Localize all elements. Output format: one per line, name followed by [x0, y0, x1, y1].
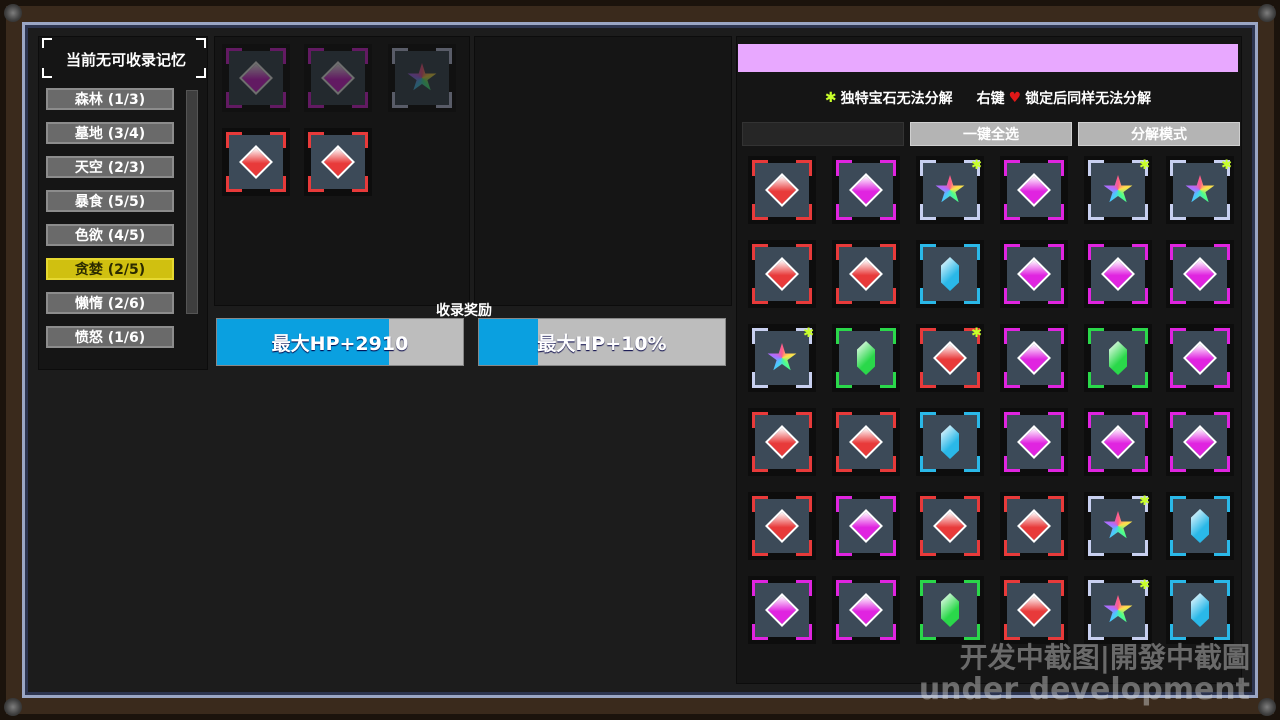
notice-unique: 独特宝石无法分解: [840, 91, 953, 107]
magenta-gem-slot[interactable]: [304, 44, 372, 112]
red-gem-slot[interactable]: [832, 240, 900, 308]
magenta-gem-slot[interactable]: [832, 576, 900, 644]
rainbow-gem-slot[interactable]: ✱: [748, 324, 816, 392]
select-all-button[interactable]: 一键全选: [910, 122, 1072, 146]
inventory-header-bar: [738, 44, 1238, 72]
magenta-gem-slot[interactable]: [1166, 324, 1234, 392]
category-scrollbar[interactable]: [186, 90, 198, 314]
notice-right-click: 右键: [976, 91, 1005, 107]
category-title-text: 当前无可收录记忆: [65, 50, 186, 69]
unique-mark-icon: ✱: [1139, 158, 1150, 173]
cyan-gem-slot[interactable]: [916, 408, 984, 476]
red-gem-slot[interactable]: [748, 492, 816, 560]
frame-bolt: [4, 698, 22, 716]
magenta-gem-slot[interactable]: [1000, 240, 1068, 308]
red-gem-slot[interactable]: [222, 128, 290, 196]
category-item[interactable]: 天空 (2/3): [46, 156, 174, 178]
reward-text: 最大HP+10%: [537, 332, 667, 355]
magenta-gem-slot[interactable]: [1166, 408, 1234, 476]
green-gem-slot[interactable]: [1084, 324, 1152, 392]
red-gem-slot[interactable]: [1000, 576, 1068, 644]
reward-bar: 最大HP+10%: [478, 318, 726, 366]
frame-bolt: [1258, 4, 1276, 22]
green-gem-slot[interactable]: [916, 576, 984, 644]
magenta-gem-slot[interactable]: [1166, 240, 1234, 308]
memory-detail-panel: [474, 36, 732, 306]
reward-bar: 最大HP+2910: [216, 318, 464, 366]
rainbow-gem-slot[interactable]: ✱: [1166, 156, 1234, 224]
watermark-cn: 开发中截图|開發中截圖: [959, 641, 1250, 674]
title-bracket: [196, 38, 206, 48]
filter-field[interactable]: [742, 122, 904, 146]
category-item[interactable]: 懒惰 (2/6): [46, 292, 174, 314]
reward-label: 收录奖励: [436, 303, 492, 319]
red-gem-slot[interactable]: [748, 240, 816, 308]
reward-text: 最大HP+2910: [271, 332, 409, 355]
magenta-gem-slot[interactable]: [1000, 324, 1068, 392]
unique-mark-icon: ✱: [1139, 494, 1150, 509]
decompose-notice: ✱ 独特宝石无法分解 右键 ♥ 锁定后同样无法分解: [738, 84, 1238, 112]
magenta-gem-slot[interactable]: [222, 44, 290, 112]
title-bracket: [196, 68, 206, 78]
frame-bolt: [4, 4, 22, 22]
red-gem-slot[interactable]: [748, 408, 816, 476]
magenta-gem-slot[interactable]: [748, 576, 816, 644]
unique-mark-icon: ✱: [803, 326, 814, 341]
cyan-gem-slot[interactable]: [916, 240, 984, 308]
unique-mark-icon: ✱: [971, 158, 982, 173]
magenta-gem-slot[interactable]: [1000, 156, 1068, 224]
title-bracket: [42, 38, 52, 48]
unique-mark-icon: ✱: [1221, 158, 1232, 173]
rainbow-gem-slot[interactable]: ✱: [1084, 492, 1152, 560]
red-gem-slot[interactable]: [916, 492, 984, 560]
category-title: 当前无可收录记忆: [44, 38, 208, 80]
red-gem-slot[interactable]: [748, 156, 816, 224]
rainbow-gem-slot[interactable]: ✱: [1084, 576, 1152, 644]
red-gem-slot[interactable]: [1000, 492, 1068, 560]
red-gem-slot[interactable]: ✱: [916, 324, 984, 392]
red-gem-slot[interactable]: [832, 408, 900, 476]
magenta-gem-slot[interactable]: [832, 492, 900, 560]
unique-gem-icon: ✱: [824, 90, 837, 106]
watermark-en: under development: [918, 672, 1250, 707]
category-item[interactable]: 愤怒 (1/6): [46, 326, 174, 348]
green-gem-slot[interactable]: [832, 324, 900, 392]
frame-bolt: [1258, 698, 1276, 716]
red-gem-slot[interactable]: [304, 128, 372, 196]
category-item[interactable]: 色欲 (4/5): [46, 224, 174, 246]
category-item[interactable]: 森林 (1/3): [46, 88, 174, 110]
magenta-gem-slot[interactable]: [1000, 408, 1068, 476]
category-item[interactable]: 暴食 (5/5): [46, 190, 174, 212]
category-list: 森林 (1/3) 墓地 (3/4) 天空 (2/3) 暴食 (5/5) 色欲 (4/5)…: [46, 88, 176, 360]
category-item[interactable]: 贪婪 (2/5): [46, 258, 174, 280]
magenta-gem-slot[interactable]: [1084, 408, 1152, 476]
lock-heart-icon: ♥: [1008, 90, 1022, 106]
title-bracket: [42, 68, 52, 78]
notice-lock: 锁定后同样无法分解: [1025, 91, 1152, 107]
rainbow-gem-slot[interactable]: ✱: [916, 156, 984, 224]
cyan-gem-slot[interactable]: [1166, 492, 1234, 560]
cyan-gem-slot[interactable]: [1166, 576, 1234, 644]
magenta-gem-slot[interactable]: [832, 156, 900, 224]
category-item[interactable]: 墓地 (3/4): [46, 122, 174, 144]
unique-mark-icon: ✱: [1139, 578, 1150, 593]
decompose-mode-button[interactable]: 分解模式: [1078, 122, 1240, 146]
unique-mark-icon: ✱: [971, 326, 982, 341]
rainbow-gem-slot[interactable]: ✱: [1084, 156, 1152, 224]
rainbow-gem-slot[interactable]: [388, 44, 456, 112]
magenta-gem-slot[interactable]: [1084, 240, 1152, 308]
